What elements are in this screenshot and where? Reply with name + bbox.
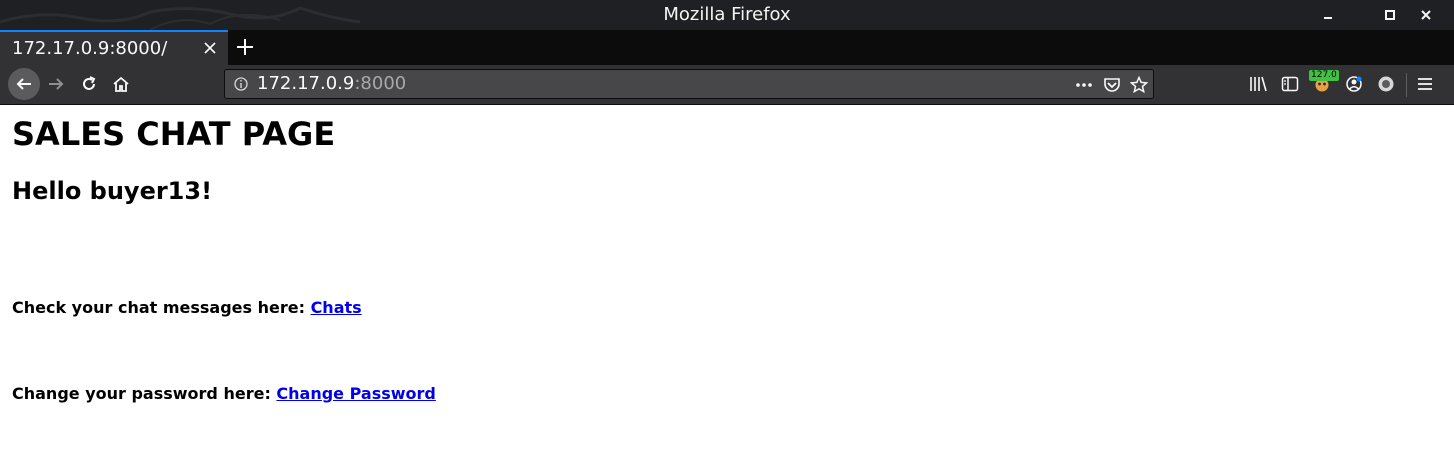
library-icon[interactable] xyxy=(1246,72,1270,96)
window-title: Mozilla Firefox xyxy=(663,4,791,25)
window-titlebar: Mozilla Firefox xyxy=(0,0,1454,30)
tab-active[interactable]: 172.17.0.9:8000/ xyxy=(0,30,228,65)
password-row: Change your password here: Change Passwo… xyxy=(12,384,436,403)
sidebar-icon[interactable] xyxy=(1278,72,1302,96)
pocket-icon[interactable] xyxy=(1101,75,1123,95)
reload-icon[interactable] xyxy=(73,68,105,100)
page-content: SALES CHAT PAGE Hello buyer13! Check you… xyxy=(0,105,1454,450)
chats-prompt: Check your chat messages here: xyxy=(12,298,311,317)
chats-link[interactable]: Chats xyxy=(311,298,362,317)
maximize-icon[interactable] xyxy=(1375,0,1405,30)
new-tab-icon[interactable] xyxy=(232,30,258,65)
page-heading: SALES CHAT PAGE xyxy=(12,115,336,153)
close-window-icon[interactable] xyxy=(1411,0,1441,30)
extension-circle-icon[interactable] xyxy=(1374,72,1398,96)
tab-strip: 172.17.0.9:8000/ xyxy=(0,30,1454,65)
url-text: 172.17.0.9:8000 xyxy=(257,73,406,94)
menu-icon[interactable] xyxy=(1413,72,1437,96)
home-icon[interactable] xyxy=(105,68,137,100)
extension-badge: 127.0 xyxy=(1309,70,1339,81)
chats-row: Check your chat messages here: Chats xyxy=(12,298,362,317)
bookmark-star-icon[interactable] xyxy=(1128,75,1150,95)
back-icon[interactable] xyxy=(8,68,40,100)
forward-icon[interactable] xyxy=(40,68,72,100)
password-prompt: Change your password here: xyxy=(12,384,277,403)
site-info-icon[interactable] xyxy=(233,76,249,92)
account-icon[interactable] xyxy=(1342,72,1366,96)
change-password-link[interactable]: Change Password xyxy=(276,384,435,403)
navigation-toolbar: 172.17.0.9:8000 127.0 xyxy=(0,65,1454,105)
toolbar-separator xyxy=(1406,73,1407,97)
tab-close-icon[interactable] xyxy=(200,38,220,58)
minimize-icon[interactable] xyxy=(1313,0,1343,30)
url-port: :8000 xyxy=(354,73,407,94)
page-actions-icon[interactable] xyxy=(1073,75,1095,95)
tab-title: 172.17.0.9:8000/ xyxy=(12,38,168,59)
address-bar[interactable]: 172.17.0.9:8000 xyxy=(224,69,1154,99)
greeting-heading: Hello buyer13! xyxy=(12,177,213,205)
url-host: 172.17.0.9 xyxy=(257,73,355,94)
